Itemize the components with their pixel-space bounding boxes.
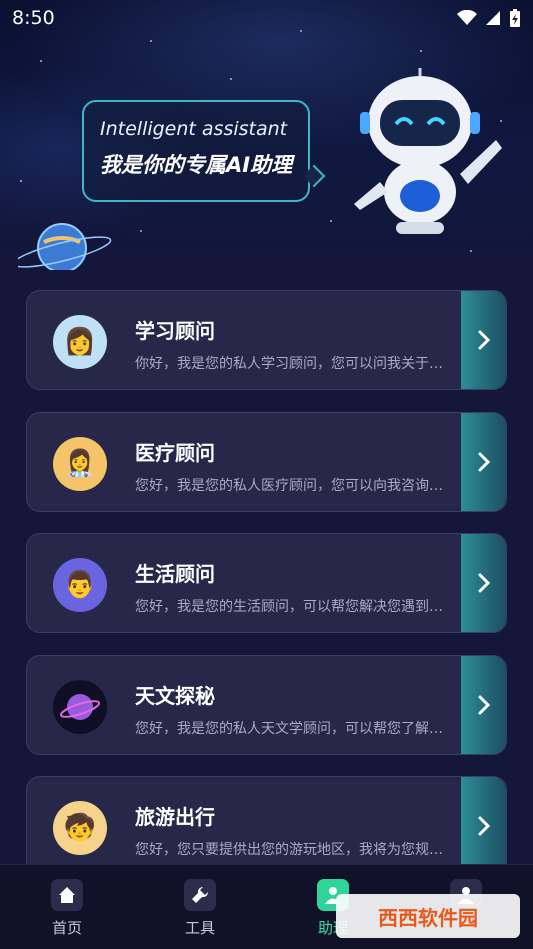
- man-avatar-icon: 👨: [53, 558, 107, 612]
- battery-icon: [510, 9, 520, 27]
- advisor-card-study[interactable]: 👩 学习顾问 你好，我是您的私人学习顾问，您可以问我关于学习的问题: [26, 290, 507, 390]
- signal-icon: [486, 11, 500, 25]
- chevron-right-icon[interactable]: [461, 413, 506, 511]
- chevron-right-icon[interactable]: [461, 291, 506, 389]
- robot-mascot-icon: [354, 68, 502, 234]
- status-bar: 8:50: [0, 0, 533, 36]
- bubble-subtitle: Intelligent assistant: [100, 118, 288, 140]
- traveler-avatar-icon: 🧒: [53, 801, 107, 855]
- nav-home-label: 首页: [51, 919, 82, 937]
- card-title: 旅游出行: [135, 805, 215, 829]
- card-title: 学习顾问: [135, 319, 215, 343]
- card-title: 天文探秘: [135, 684, 215, 708]
- watermark-logo: 西西软件园: [336, 894, 520, 938]
- bubble-title: 我是你的专属AI助理: [100, 153, 293, 177]
- advisor-card-travel[interactable]: 🧒 旅游出行 您好，您只要提供出您的游玩地区，我将为您规划行程: [26, 776, 507, 876]
- card-description: 你好，我是您的私人学习顾问，您可以问我关于学习的问题: [135, 356, 453, 372]
- card-description: 您好，我是您的私人天文学顾问，可以帮您了解宇宙奥秘: [135, 721, 453, 737]
- chevron-right-icon[interactable]: [461, 777, 506, 875]
- nurse-avatar-icon: 👩‍⚕️: [53, 437, 107, 491]
- card-title: 生活顾问: [135, 562, 215, 586]
- wrench-icon: [184, 879, 216, 911]
- nav-tools[interactable]: 工具: [165, 879, 235, 938]
- advisor-card-medical[interactable]: 👩‍⚕️ 医疗顾问 您好，我是您的私人医疗顾问，您可以向我咨询健康问题: [26, 412, 507, 512]
- student-avatar-icon: 👩: [53, 315, 107, 369]
- advisor-card-astronomy[interactable]: 天文探秘 您好，我是您的私人天文学顾问，可以帮您了解宇宙奥秘: [26, 655, 507, 755]
- home-icon: [51, 879, 83, 911]
- card-description: 您好，我是您的私人医疗顾问，您可以向我咨询健康问题: [135, 478, 453, 494]
- card-title: 医疗顾问: [135, 441, 215, 465]
- planet-illustration: [18, 223, 112, 270]
- watermark-text: 西西软件园: [378, 905, 478, 930]
- speech-bubble: Intelligent assistant 我是你的专属AI助理: [82, 100, 310, 202]
- card-description: 您好，您只要提供出您的游玩地区，我将为您规划行程: [135, 842, 453, 858]
- card-description: 您好，我是您的生活顾问，可以帮您解决您遇到的问题: [135, 599, 453, 615]
- nav-home[interactable]: 首页: [32, 879, 102, 938]
- chevron-right-icon[interactable]: [461, 656, 506, 754]
- nav-tools-label: 工具: [184, 919, 215, 937]
- wifi-icon: [457, 10, 477, 25]
- chevron-right-icon[interactable]: [461, 534, 506, 632]
- planet-avatar-icon: [53, 680, 107, 734]
- advisor-card-life[interactable]: 👨 生活顾问 您好，我是您的生活顾问，可以帮您解决您遇到的问题: [26, 533, 507, 633]
- status-time: 8:50: [12, 7, 55, 29]
